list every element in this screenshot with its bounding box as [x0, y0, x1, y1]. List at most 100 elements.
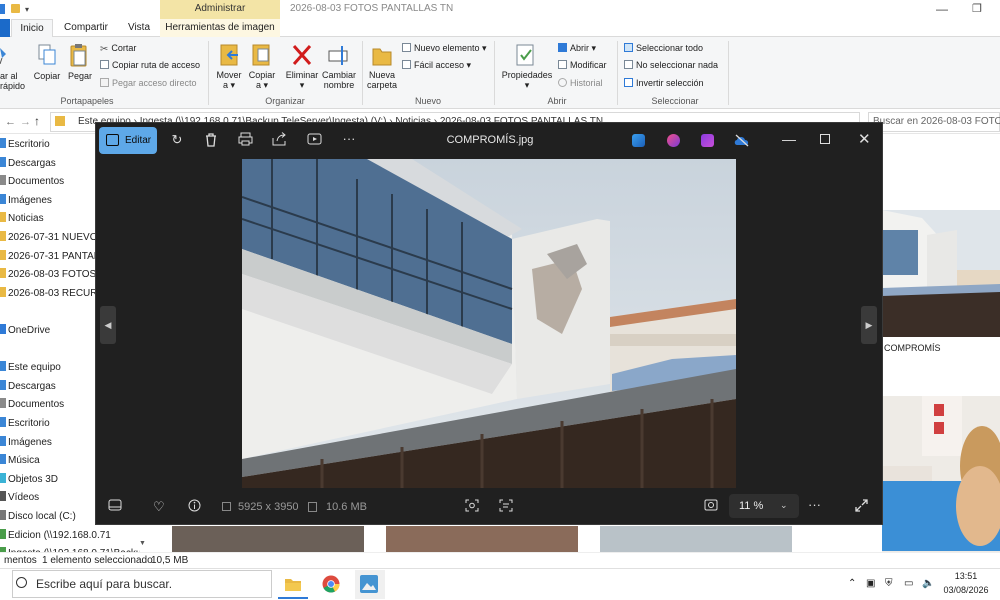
history-label: Historial: [570, 78, 603, 88]
tray-security-icon[interactable]: ⛨: [885, 578, 893, 589]
image-dimensions: 5925 x 3950: [238, 501, 299, 513]
quick-access-folder-icon[interactable]: [11, 4, 20, 13]
paste-shortcut-button[interactable]: Pegar acceso directo: [100, 78, 197, 88]
designer-app-icon[interactable]: [632, 134, 645, 147]
viewer-minimize-icon[interactable]: —: [782, 131, 796, 147]
cut-button[interactable]: ✂ Cortar: [100, 43, 136, 55]
tab-inicio[interactable]: Inicio: [11, 19, 53, 37]
nav-item-label: Descargas: [8, 380, 56, 392]
actual-size-icon[interactable]: [704, 499, 718, 514]
move-label-2: a ▾: [222, 80, 236, 90]
new-item-button[interactable]: Nuevo elemento ▾: [402, 43, 487, 54]
thumbnail-woman[interactable]: [882, 396, 1000, 552]
invert-selection-button[interactable]: Invertir selección: [624, 78, 704, 88]
visual-search-icon[interactable]: [465, 499, 479, 515]
clock-time[interactable]: 13:51: [936, 571, 996, 581]
properties-button[interactable]: Propiedades ▾: [500, 70, 554, 90]
move-label-2-text: a: [222, 80, 228, 90]
select-none-button[interactable]: No seleccionar nada: [624, 60, 718, 70]
nav-item[interactable]: Ingesta (\\192.168.0.71\Backup: [0, 545, 140, 552]
tray-volume-icon[interactable]: 🔈: [922, 578, 934, 589]
more-options-icon[interactable]: ···: [340, 131, 358, 147]
back-arrow-icon[interactable]: ←: [5, 116, 16, 128]
tab-vista[interactable]: Vista: [118, 19, 160, 37]
text-scan-icon[interactable]: [499, 499, 513, 515]
slideshow-icon[interactable]: [306, 132, 322, 150]
onedrive-sync-icon[interactable]: [734, 134, 750, 147]
pin-quick-access-button[interactable]: ar al rápido: [0, 71, 30, 91]
up-arrow-icon[interactable]: ↑: [34, 114, 40, 128]
rename-button[interactable]: Cambiar nombre: [320, 70, 358, 90]
paste-shortcut-label: Pegar acceso directo: [112, 78, 197, 88]
next-image-icon[interactable]: ▶: [861, 306, 877, 344]
nav-item[interactable]: Edicion (\\192.168.0.71: [0, 527, 140, 545]
history-button[interactable]: Historial: [558, 78, 603, 88]
nav-item-label: Objetos 3D: [8, 473, 59, 485]
video-app-icon[interactable]: [701, 134, 714, 147]
nav-item-icon: [0, 324, 6, 334]
dimensions-icon: [222, 502, 231, 511]
print-icon[interactable]: [237, 132, 253, 150]
explorer-minimize-icon[interactable]: —: [936, 2, 948, 16]
tray-network-icon[interactable]: ▣: [866, 578, 875, 589]
tab-file[interactable]: [0, 19, 10, 37]
nav-item-icon: [0, 435, 6, 446]
ribbon-tabs: Inicio Compartir Vista Herramientas de i…: [0, 19, 1000, 37]
copy-path-label: Copiar ruta de acceso: [112, 60, 201, 70]
share-icon[interactable]: [271, 132, 287, 150]
favorite-heart-icon[interactable]: ♡: [153, 499, 165, 515]
rename-label: Cambiar: [321, 70, 356, 80]
copy-button[interactable]: Copiar: [32, 71, 62, 81]
thumbnail-building-image: [882, 210, 1000, 337]
chrome-taskbar-icon[interactable]: [322, 575, 340, 593]
paste-shortcut-icon: [100, 78, 109, 87]
nav-scroll-down-icon[interactable]: ▼: [139, 540, 146, 547]
clock-date[interactable]: 03/08/2026: [936, 585, 996, 595]
thumbnail-crowd-3[interactable]: [600, 526, 792, 552]
group-portapapeles: Portapapeles: [60, 96, 114, 106]
thumbnail-crowd-1[interactable]: [172, 526, 364, 552]
nav-item-label: 2026-07-31 PANTALL: [8, 250, 105, 262]
folder-icon: [55, 116, 65, 126]
viewer-close-icon[interactable]: ✕: [858, 130, 871, 148]
nav-item-icon: [0, 268, 6, 279]
viewer-more-icon[interactable]: ···: [808, 497, 821, 512]
quick-access-properties-icon[interactable]: [0, 4, 5, 14]
tray-overflow-chevron-icon[interactable]: ⌃: [848, 578, 856, 589]
copy-to-button[interactable]: Copiar a ▾: [246, 70, 278, 90]
explorer-restore-icon[interactable]: ❐: [972, 2, 982, 15]
thumbnail-building[interactable]: [882, 210, 1000, 337]
delete-button[interactable]: Eliminar ▾: [283, 70, 321, 90]
tab-compartir[interactable]: Compartir: [55, 19, 117, 37]
delete-icon[interactable]: [203, 132, 219, 151]
clipchamp-app-icon[interactable]: [667, 134, 680, 147]
previous-image-icon[interactable]: ◀: [100, 306, 116, 344]
rotate-icon[interactable]: ↻: [168, 132, 186, 148]
tab-herramientas-imagen[interactable]: Herramientas de imagen: [160, 19, 280, 37]
paste-button[interactable]: Pegar: [65, 71, 95, 81]
ribbon-divider: [728, 41, 729, 105]
easy-access-button[interactable]: Fácil acceso ▾: [402, 60, 471, 71]
thumbnail-crowd-2[interactable]: [386, 526, 578, 552]
status-selection: 1 elemento seleccionado: [42, 555, 153, 566]
fullscreen-icon[interactable]: [855, 499, 868, 515]
modify-button[interactable]: Modificar: [558, 60, 607, 70]
forward-arrow-icon[interactable]: →: [20, 116, 31, 128]
file-info-icon[interactable]: [188, 499, 201, 515]
quick-access-dropdown-icon[interactable]: ▾: [25, 5, 29, 14]
taskbar-search-placeholder: Escribe aquí para buscar.: [36, 577, 173, 591]
filmstrip-icon[interactable]: [108, 499, 122, 514]
ribbon-divider: [362, 41, 363, 105]
move-to-button[interactable]: Mover a ▾: [213, 70, 245, 90]
open-label: Abrir: [570, 43, 590, 53]
select-none-label: No seleccionar nada: [636, 60, 719, 70]
select-all-button[interactable]: Seleccionar todo: [624, 43, 703, 53]
zoom-chevron-down-icon: ⌄: [780, 500, 788, 510]
viewer-maximize-icon[interactable]: [820, 134, 830, 144]
new-folder-button[interactable]: Nueva carpeta: [364, 70, 400, 90]
open-button[interactable]: Abrir ▾: [558, 43, 596, 54]
copy-path-button[interactable]: Copiar ruta de acceso: [100, 60, 200, 70]
tray-display-icon[interactable]: ▭: [904, 578, 913, 589]
easy-access-icon: [402, 60, 411, 69]
file-explorer-taskbar-icon[interactable]: [284, 575, 302, 593]
